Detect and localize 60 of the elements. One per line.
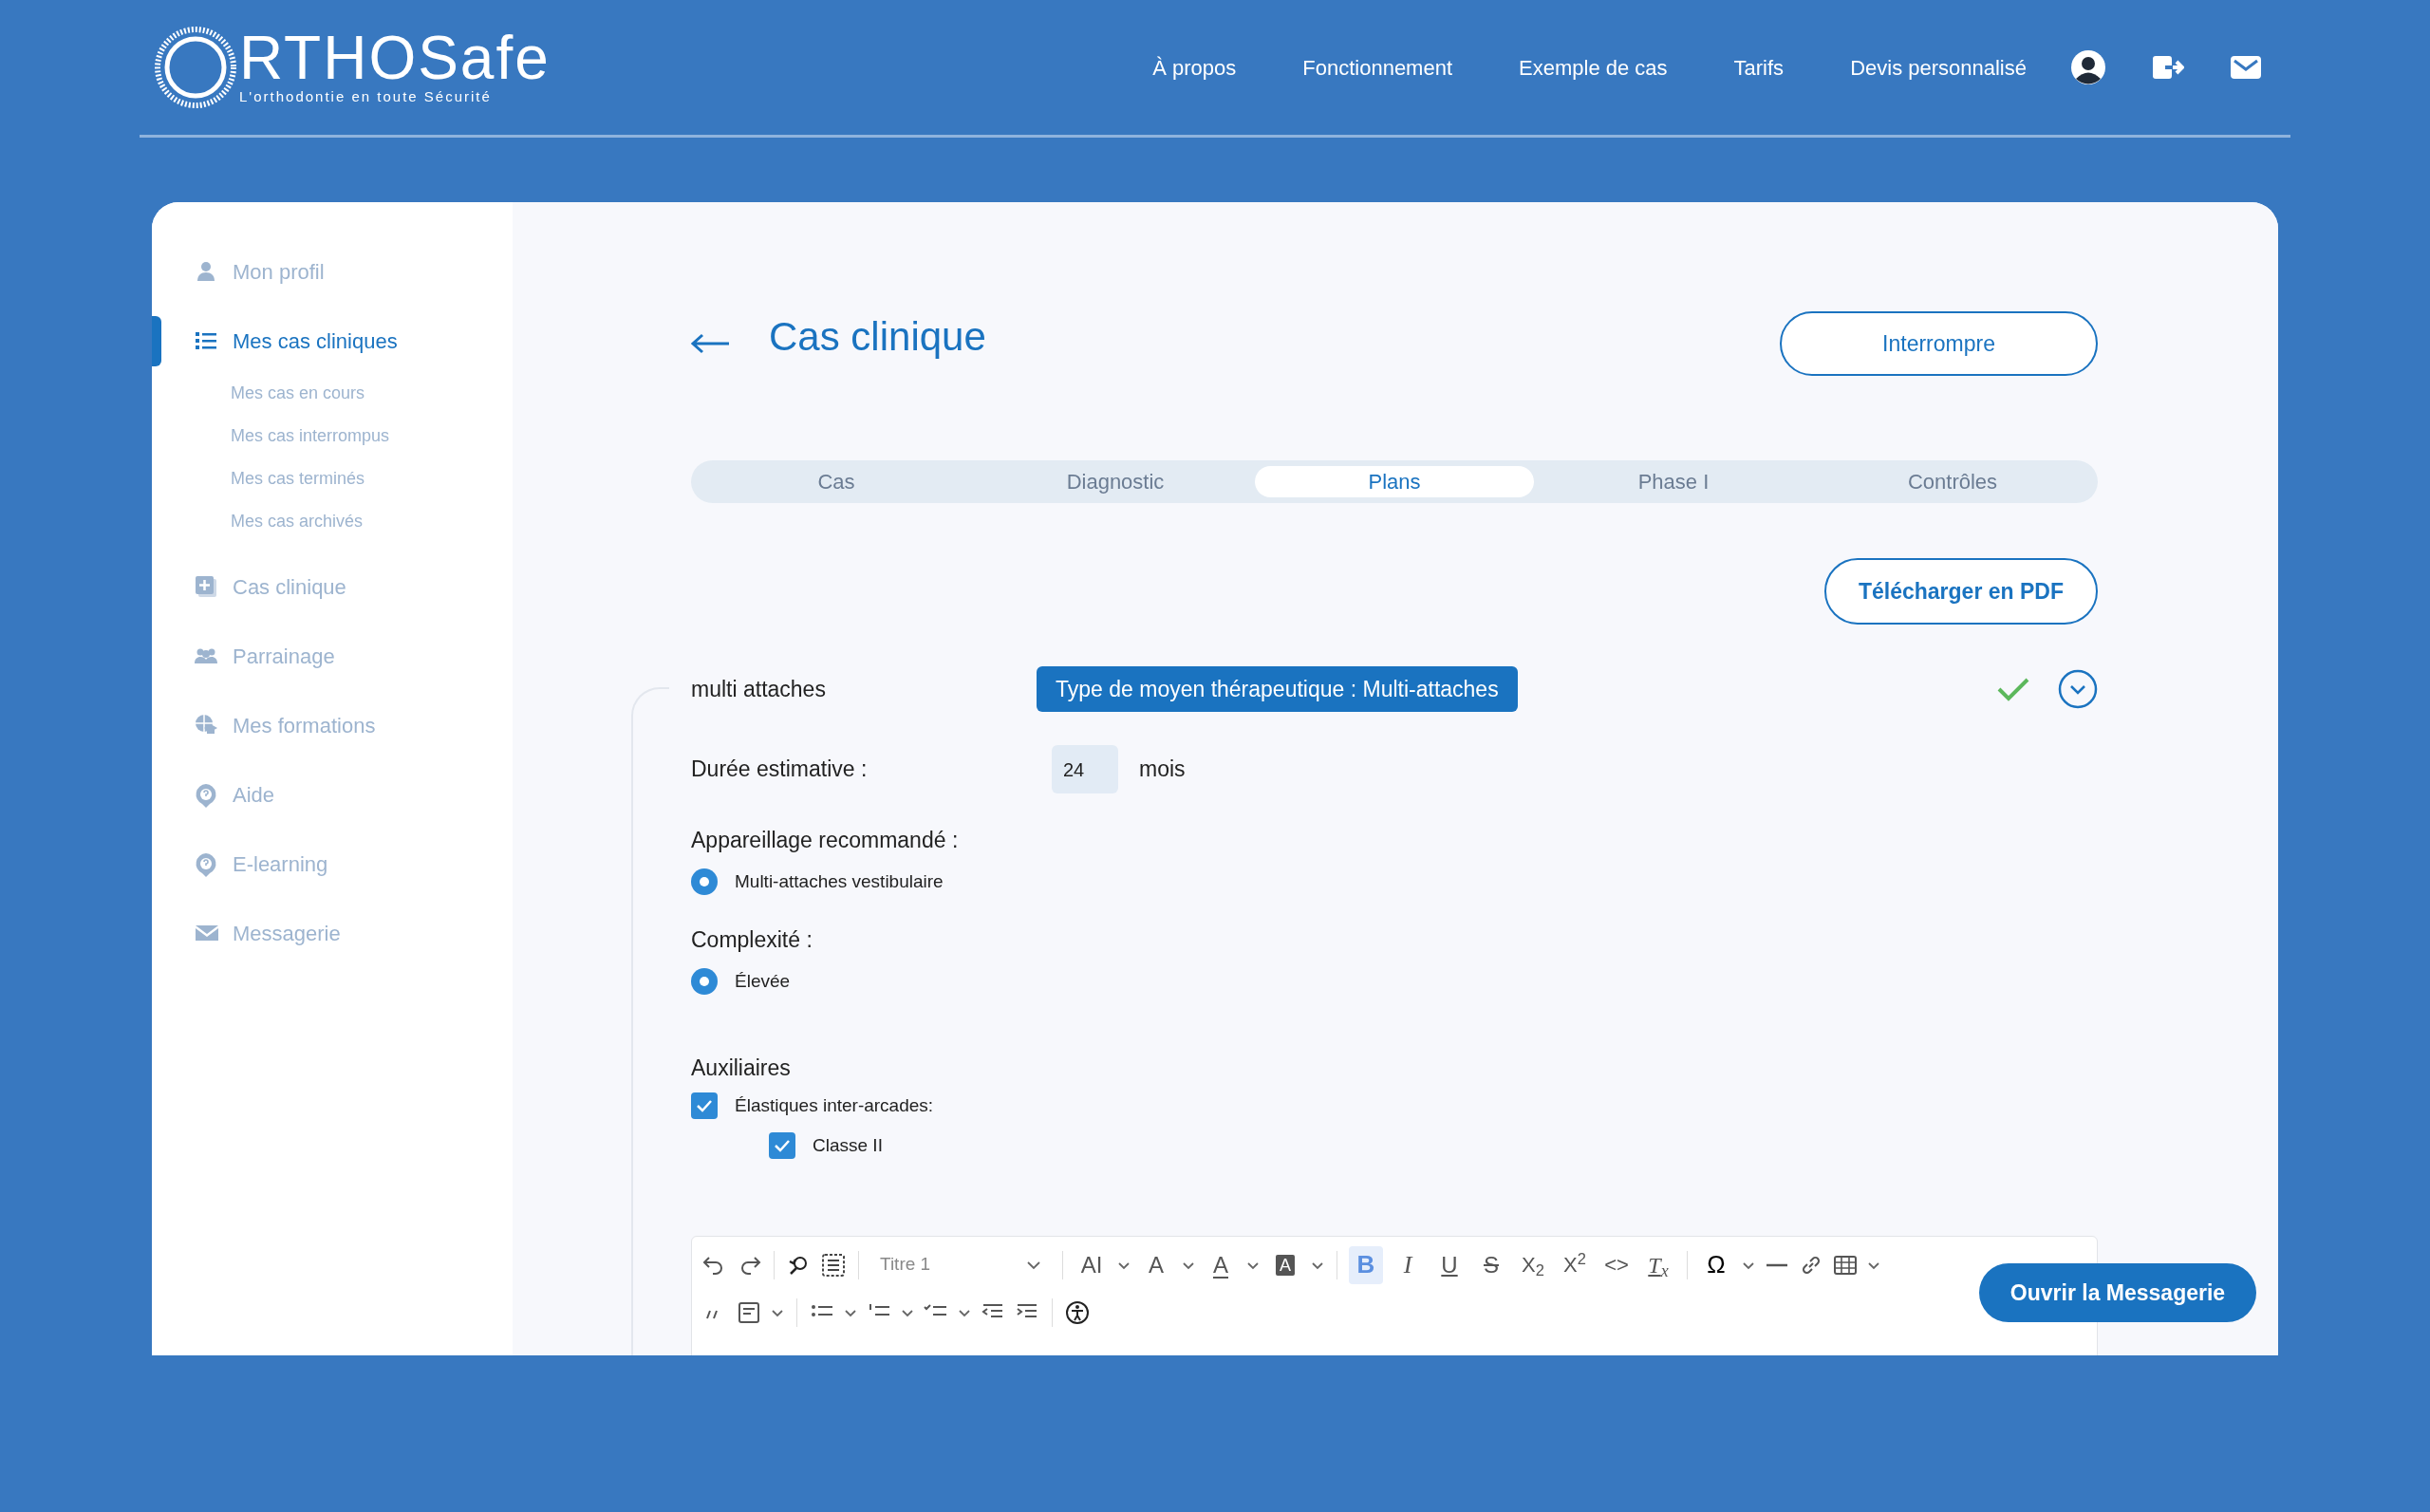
field-label: Appareillage recommandé : <box>691 827 960 854</box>
tab[interactable]: Plans <box>1255 466 1534 497</box>
mail-icon[interactable] <box>2230 55 2262 80</box>
plan-title: multi attaches <box>691 675 827 703</box>
bold-button[interactable]: B <box>1349 1245 1383 1284</box>
underline-button[interactable]: U <box>1432 1245 1467 1284</box>
unit-label: mois <box>1139 756 1186 784</box>
option-label: Élevée <box>735 969 791 993</box>
radio-button[interactable] <box>691 868 718 895</box>
script-button[interactable]: X$^{2}$ <box>1558 1245 1592 1284</box>
tab[interactable]: Phase I <box>1534 466 1813 497</box>
field-label: Auxiliaires <box>691 1055 792 1082</box>
user-avatar-icon[interactable] <box>2070 49 2106 85</box>
open-messaging-button[interactable]: Ouvrir la Messagerie <box>1979 1263 2256 1322</box>
nav-link[interactable]: Exemple de cas <box>1519 51 1668 84</box>
tab[interactable]: Cas <box>697 466 976 497</box>
format-dropdown[interactable]: Titre 1 <box>870 1247 1051 1282</box>
interrupt-button[interactable]: Interrompre <box>1780 311 2098 376</box>
font-size-button[interactable]: AI <box>1075 1245 1109 1284</box>
highlight-button[interactable]: A <box>1268 1245 1302 1284</box>
special-character-button[interactable]: Ω <box>1699 1245 1733 1284</box>
logo-ring-icon <box>152 24 239 111</box>
checkbox[interactable] <box>769 1132 795 1160</box>
strikethrough-button[interactable]: S <box>1474 1245 1508 1284</box>
sidebar-item[interactable]: Mes cas cliniques <box>233 326 398 357</box>
italic-button[interactable]: I <box>1391 1245 1425 1284</box>
nav-link[interactable]: Fonctionnement <box>1302 51 1453 84</box>
logo-tagline: L'orthodontie en toute Sécurité <box>239 86 493 106</box>
tab[interactable]: Contrôles <box>1813 466 2092 497</box>
duration-field[interactable]: 24 <box>1052 745 1118 793</box>
field-label: Durée estimative : <box>691 756 869 784</box>
field-label: Complexité : <box>691 926 813 954</box>
format-label: Titre 1 <box>880 1253 931 1277</box>
radio-button[interactable] <box>691 967 718 995</box>
expand-chevron-icon[interactable] <box>2058 669 2098 709</box>
code-button[interactable]: <> <box>1599 1245 1634 1284</box>
select-all-icon[interactable] <box>820 1251 847 1279</box>
nav-link[interactable]: Devis personnalisé <box>1850 51 2027 84</box>
logout-icon[interactable] <box>2152 54 2184 81</box>
type-badge: Type de moyen thérapeutique : Multi-attaches <box>1037 666 1518 712</box>
script-button[interactable]: X$_{2}$ <box>1516 1245 1550 1284</box>
option-label: Élastiques inter-arcades: <box>735 1093 934 1117</box>
nav-link[interactable]: Tarifs <box>1733 51 1785 84</box>
text-color-button[interactable]: A <box>1204 1245 1238 1284</box>
checkbox[interactable] <box>691 1092 718 1119</box>
checkmark-icon <box>774 1139 791 1153</box>
nav-link[interactable]: À propos <box>1152 51 1237 84</box>
accessibility-icon[interactable] <box>1064 1298 1091 1326</box>
back-arrow-icon[interactable] <box>691 333 731 354</box>
option-label: Multi-attaches vestibulaire <box>735 869 944 893</box>
clear-format-button[interactable]: T$_{x}$ <box>1641 1245 1675 1284</box>
option-label: Classe II <box>813 1134 883 1157</box>
download-pdf-button[interactable]: Télécharger en PDF <box>1823 558 2098 625</box>
logo-text: RTHOSafe <box>239 27 551 88</box>
line-height-button[interactable]: A <box>1139 1245 1173 1284</box>
page-title: Cas clinique <box>769 312 986 361</box>
plus-square-icon <box>195 574 219 600</box>
checkmark-icon <box>696 1098 713 1112</box>
caret-icon <box>1026 1260 1041 1270</box>
tab[interactable]: Diagnostic <box>976 466 1255 497</box>
